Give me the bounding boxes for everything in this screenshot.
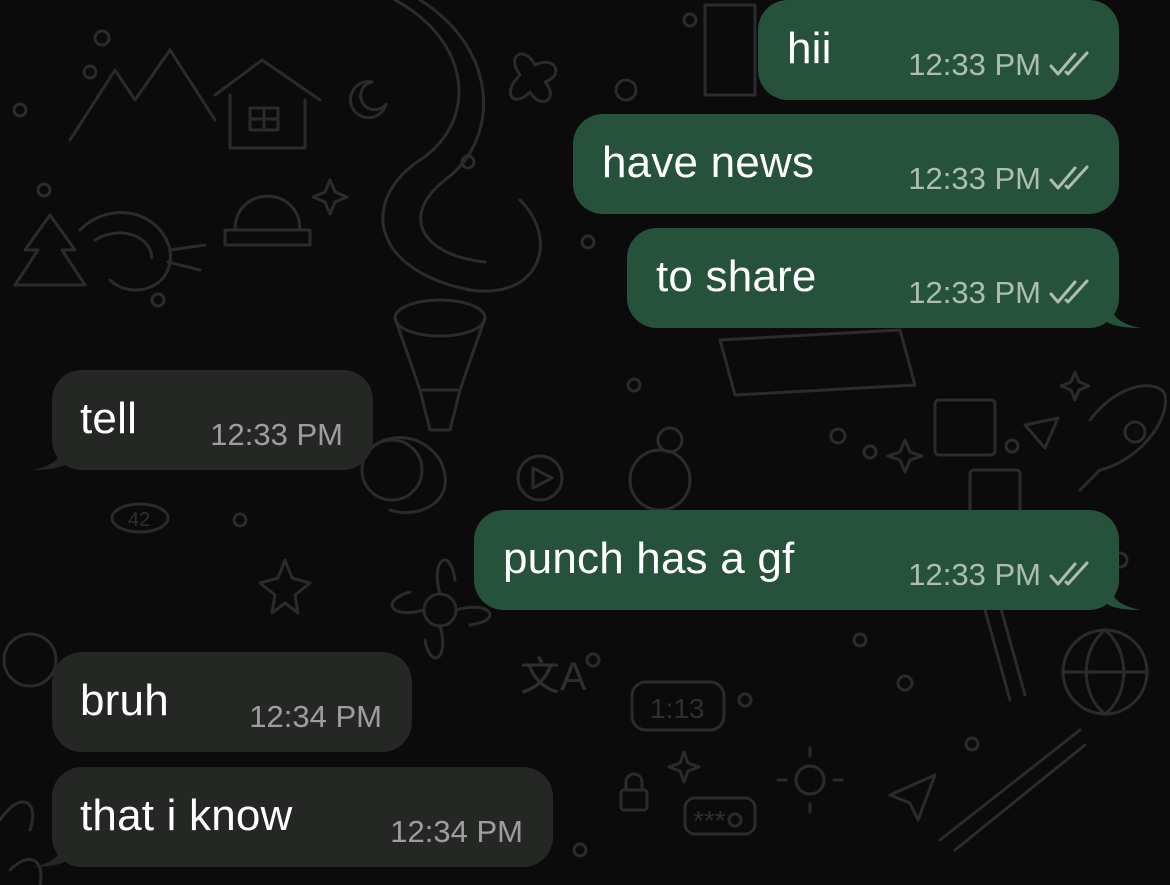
message-timestamp: 12:33 PM xyxy=(908,47,1041,82)
message-text: that i know xyxy=(80,791,293,840)
bubble-tail-icon xyxy=(1107,580,1141,610)
incoming-message-bubble[interactable]: that i know 12:34 PM xyxy=(32,767,553,867)
outgoing-message-bubble[interactable]: have news 12:33 PM xyxy=(573,114,1119,214)
bubble-tail-icon xyxy=(32,440,66,470)
message-meta: 12:33 PM xyxy=(210,418,343,452)
bubble-tail-icon xyxy=(32,837,66,867)
chat-message-list[interactable]: hii 12:33 PM have news 12:33 PM to share 12:3… xyxy=(0,0,1170,885)
message-text: punch has a gf xyxy=(503,534,795,583)
message-timestamp: 12:33 PM xyxy=(210,417,343,452)
incoming-message-bubble[interactable]: bruh 12:34 PM xyxy=(52,652,412,752)
message-meta: 12:33 PM xyxy=(908,558,1093,592)
double-check-icon xyxy=(1049,279,1089,304)
message-timestamp: 12:34 PM xyxy=(390,814,523,849)
message-meta: 12:33 PM xyxy=(908,276,1093,310)
message-meta: 12:33 PM xyxy=(908,162,1093,196)
message-text: bruh xyxy=(80,676,169,725)
message-timestamp: 12:34 PM xyxy=(249,699,382,734)
message-meta: 12:34 PM xyxy=(390,815,523,849)
message-text: have news xyxy=(602,138,815,187)
message-text: tell xyxy=(80,394,138,443)
message-meta: 12:33 PM xyxy=(908,48,1093,82)
double-check-icon xyxy=(1049,561,1089,586)
message-meta: 12:34 PM xyxy=(249,700,382,734)
double-check-icon xyxy=(1049,51,1089,76)
double-check-icon xyxy=(1049,165,1089,190)
incoming-message-bubble[interactable]: tell 12:33 PM xyxy=(32,370,373,470)
outgoing-message-bubble[interactable]: punch has a gf 12:33 PM xyxy=(474,510,1141,610)
message-timestamp: 12:33 PM xyxy=(908,275,1041,310)
message-text: hii xyxy=(787,24,832,73)
message-text: to share xyxy=(656,252,817,301)
outgoing-message-bubble[interactable]: hii 12:33 PM xyxy=(758,0,1119,100)
message-timestamp: 12:33 PM xyxy=(908,557,1041,592)
bubble-tail-icon xyxy=(1107,298,1141,328)
message-timestamp: 12:33 PM xyxy=(908,161,1041,196)
outgoing-message-bubble[interactable]: to share 12:33 PM xyxy=(627,228,1141,328)
